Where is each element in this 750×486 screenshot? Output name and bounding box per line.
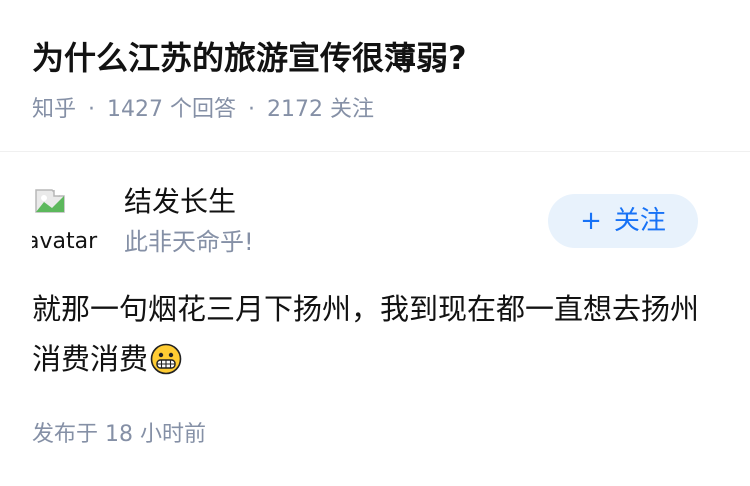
source-label[interactable]: 知乎 [32, 97, 76, 122]
publish-label: 发布于 [32, 422, 99, 447]
avatar[interactable]: avatar [32, 186, 100, 254]
plus-icon: + [580, 206, 602, 236]
broken-image-icon [35, 189, 65, 213]
answer-count: 1427 [107, 97, 164, 122]
answer-page: 为什么江苏的旅游宣传很薄弱? 知乎 · 1427 个回答 · 2172 关注 avata… [0, 0, 750, 486]
question-header: 为什么江苏的旅游宣传很薄弱? 知乎 · 1427 个回答 · 2172 关注 [0, 0, 750, 152]
meta-separator: · [88, 97, 96, 122]
meta-separator: · [248, 97, 256, 122]
author-name[interactable]: 结发长生 [124, 182, 236, 222]
follower-count: 2172 [267, 97, 324, 122]
follow-button-label: 关注 [613, 206, 666, 236]
publish-time-value: 18 小时前 [105, 422, 207, 447]
follow-button[interactable]: + 关注 [548, 194, 698, 248]
question-meta: 知乎 · 1427 个回答 · 2172 关注 [32, 93, 374, 127]
answer-text: 就那一句烟花三月下扬州，我到现在都一直想去扬州消费消费 [32, 292, 700, 376]
author-bio: 此非天命乎! [124, 228, 254, 256]
publish-time: 发布于 18 小时前 [32, 419, 206, 451]
follower-count-label: 关注 [330, 97, 375, 122]
author-info: avatar 结发长生 此非天命乎! + 关注 [0, 182, 750, 262]
answer-count-label: 个回答 [170, 97, 237, 122]
avatar-alt-text: avatar [32, 229, 98, 254]
answer-content[interactable]: 就那一句烟花三月下扬州，我到现在都一直想去扬州消费消费 [32, 284, 722, 384]
question-title[interactable]: 为什么江苏的旅游宣传很薄弱? [32, 36, 467, 80]
grimacing-face-icon [150, 343, 182, 375]
